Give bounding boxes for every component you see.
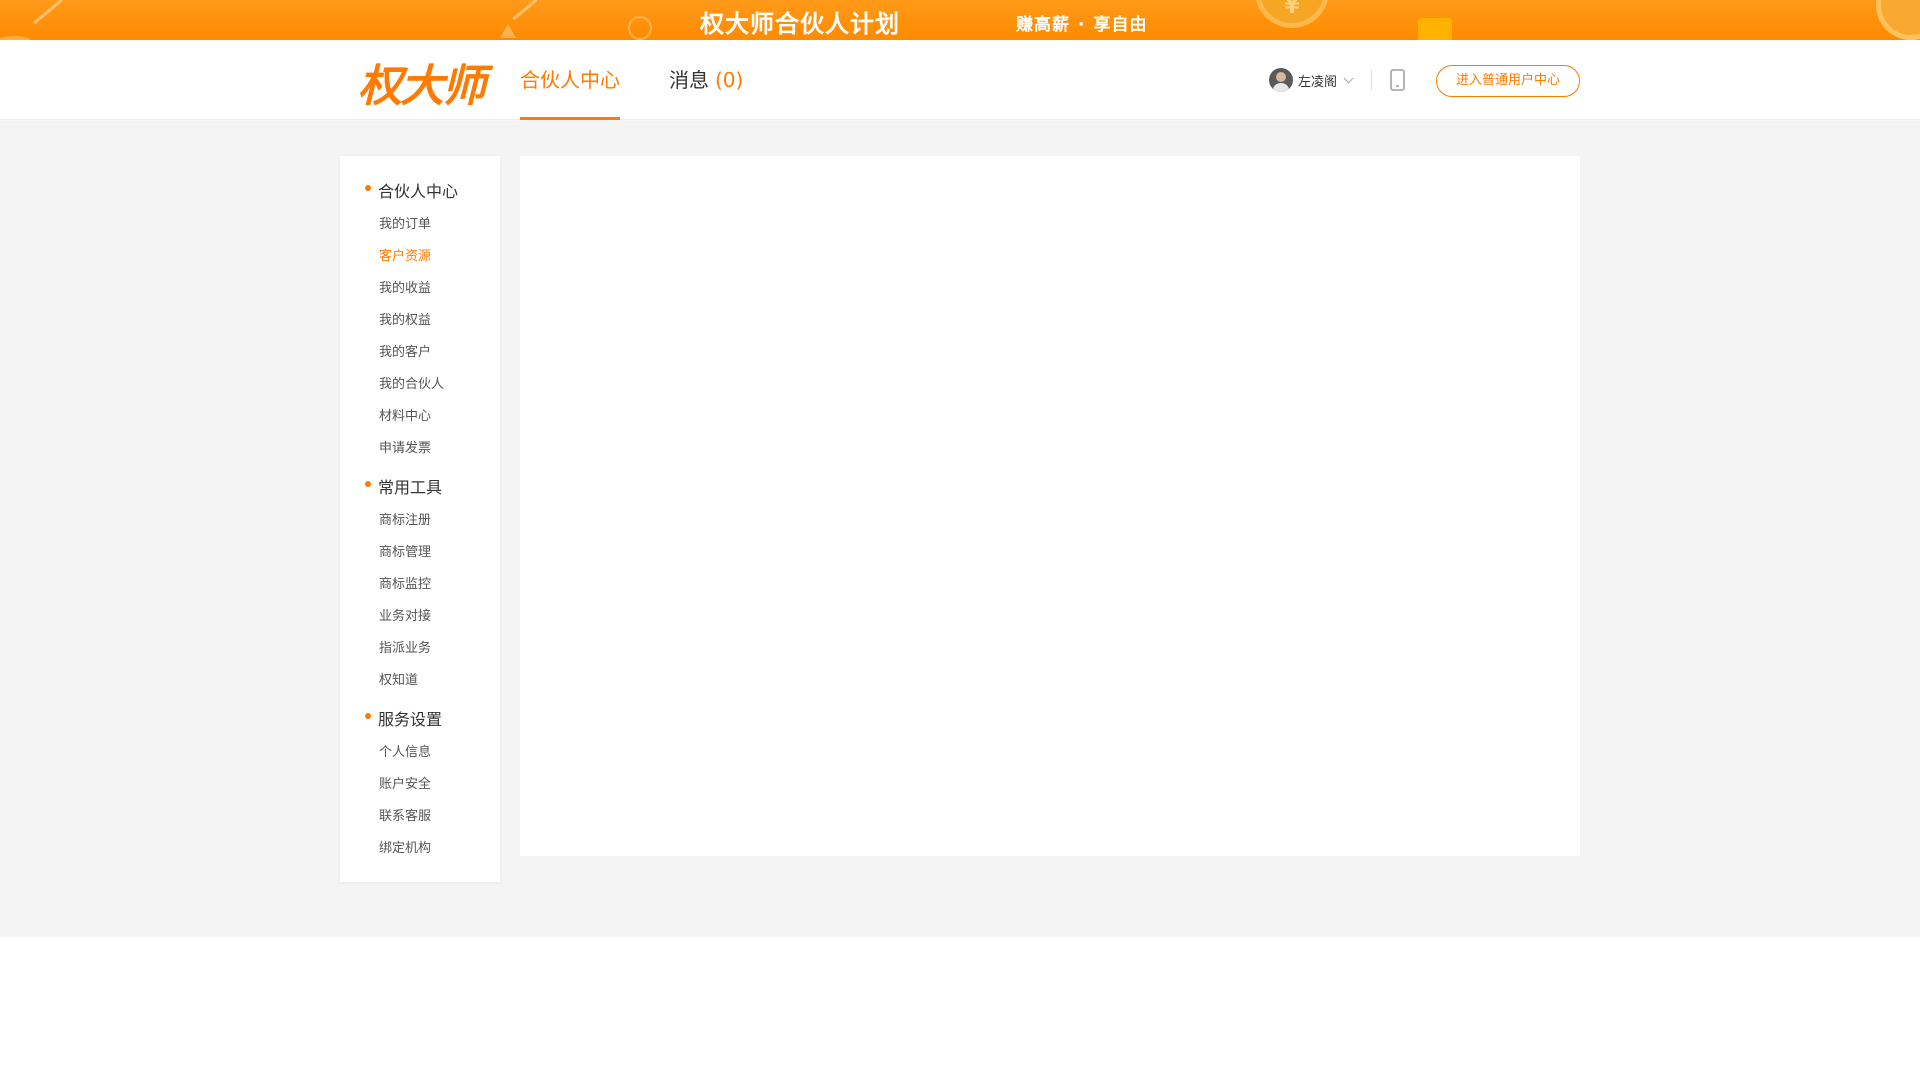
top-navigation: 权大师 合伙人中心 消息 (0) 左凌阁 进入普通用户中心 [0, 40, 1920, 120]
phone-icon[interactable] [1390, 69, 1405, 91]
sidebar-item-trademark-registration[interactable]: 商标注册 [379, 509, 431, 528]
circle-decoration [628, 16, 652, 40]
coin-decoration [1876, 0, 1920, 40]
divider [1371, 70, 1372, 90]
slogan-part: 享自由 [1093, 15, 1148, 35]
avatar [1269, 68, 1293, 92]
sidebar-item-contact-support[interactable]: 联系客服 [379, 805, 431, 824]
square-decoration [1418, 18, 1452, 40]
sidebar-item-my-orders[interactable]: 我的订单 [379, 213, 431, 232]
sidebar-item-my-benefits[interactable]: 我的权益 [379, 309, 431, 328]
tab-label: 合伙人中心 [520, 68, 620, 92]
sidebar-item-my-partners[interactable]: 我的合伙人 [379, 373, 444, 392]
banner-headline: 权大师合伙人计划 [700, 10, 900, 38]
sidebar-item-my-earnings[interactable]: 我的收益 [379, 277, 431, 296]
line-decoration [33, 0, 63, 25]
sidebar-item-assign-business[interactable]: 指派业务 [379, 637, 431, 656]
sidebar-item-account-security[interactable]: 账户安全 [379, 773, 431, 792]
sidebar: 合伙人中心 我的订单 客户资源 我的收益 我的权益 我的客户 我的合伙人 材料中… [340, 156, 500, 882]
sidebar-item-personal-info[interactable]: 个人信息 [379, 741, 431, 760]
coin-decoration [1255, 0, 1329, 28]
triangle-decoration [500, 24, 516, 38]
user-menu[interactable]: 左凌阁 [1269, 68, 1354, 92]
slogan-part: 赚高薪 [1016, 15, 1070, 35]
message-count: (0) [715, 68, 744, 92]
user-name: 左凌阁 [1298, 74, 1338, 90]
tab-partner-center[interactable]: 合伙人中心 [520, 40, 620, 120]
sidebar-group-title: 合伙人中心 [364, 178, 458, 202]
sidebar-item-trademark-monitoring[interactable]: 商标监控 [379, 573, 431, 592]
sidebar-item-quanzhidao[interactable]: 权知道 [379, 669, 418, 688]
sidebar-item-my-customers[interactable]: 我的客户 [379, 341, 431, 360]
slogan-separator: · [1078, 15, 1086, 35]
enter-user-center-button[interactable]: 进入普通用户中心 [1436, 65, 1580, 97]
sidebar-item-business-matching[interactable]: 业务对接 [379, 605, 431, 624]
main-content-panel [520, 156, 1580, 856]
line-decoration [512, 0, 538, 21]
sidebar-item-customer-resources[interactable]: 客户资源 [379, 245, 431, 264]
sidebar-item-materials[interactable]: 材料中心 [379, 405, 431, 424]
sidebar-item-bind-organization[interactable]: 绑定机构 [379, 837, 431, 856]
sidebar-group-title: 常用工具 [364, 474, 442, 498]
logo[interactable]: 权大师 [358, 50, 486, 114]
chevron-down-icon [1343, 73, 1354, 83]
promo-banner[interactable]: 权大师合伙人计划 赚高薪 · 享自由 [0, 0, 1920, 40]
sidebar-group-title: 服务设置 [364, 706, 442, 730]
banner-slogan: 赚高薪 · 享自由 [1016, 10, 1147, 35]
sidebar-item-trademark-management[interactable]: 商标管理 [379, 541, 431, 560]
tab-messages[interactable]: 消息 (0) [669, 40, 743, 120]
sidebar-item-invoice[interactable]: 申请发票 [379, 437, 431, 456]
tab-label: 消息 [669, 68, 709, 92]
